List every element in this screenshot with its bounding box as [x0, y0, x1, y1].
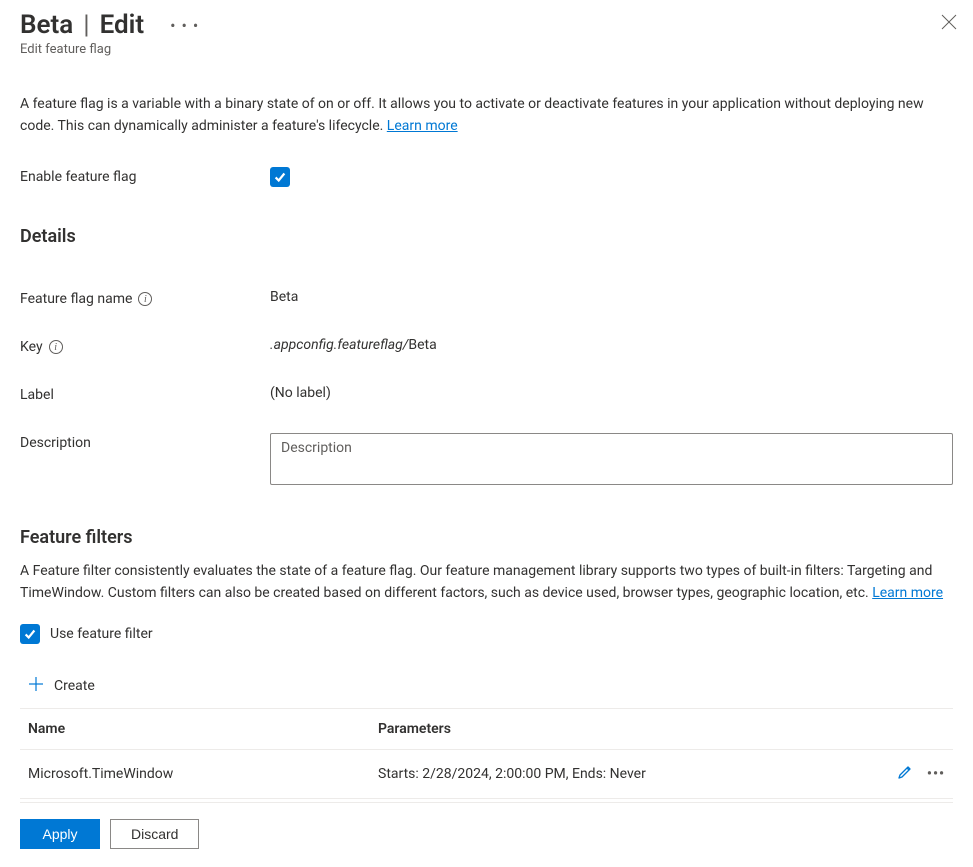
apply-button[interactable]: Apply — [20, 819, 100, 849]
page-title: Beta | Edit — [20, 10, 144, 40]
check-icon — [23, 627, 37, 641]
label-label: Label — [20, 385, 270, 403]
check-icon — [273, 170, 287, 184]
plus-icon — [28, 676, 44, 696]
page-subtitle: Edit feature flag — [20, 42, 953, 57]
title-separator: | — [81, 10, 91, 40]
discard-button[interactable]: Discard — [110, 819, 199, 849]
feature-flag-name-value: Beta — [270, 289, 953, 305]
footer: Apply Discard — [20, 802, 953, 867]
filter-name: Microsoft.TimeWindow — [20, 750, 370, 799]
create-filter-button[interactable]: Create — [20, 676, 953, 708]
filters-intro-body: A Feature filter consistently evaluates … — [20, 563, 932, 601]
use-feature-filter-label: Use feature filter — [50, 626, 153, 642]
intro-body: A feature flag is a variable with a bina… — [20, 96, 924, 134]
key-name: Beta — [408, 337, 436, 353]
close-icon — [941, 14, 957, 30]
intro-text: A feature flag is a variable with a bina… — [20, 93, 953, 137]
filters-table: Name Parameters Microsoft.TimeWindow Sta… — [20, 708, 953, 799]
info-icon[interactable]: i — [138, 292, 152, 306]
close-button[interactable] — [941, 14, 957, 30]
feature-filters-intro: A Feature filter consistently evaluates … — [20, 560, 953, 604]
table-row[interactable]: Microsoft.TimeWindow Starts: 2/28/2024, … — [20, 750, 953, 799]
intro-learn-more-link[interactable]: Learn more — [387, 118, 458, 134]
create-label: Create — [54, 678, 95, 694]
enable-feature-flag-checkbox[interactable] — [270, 167, 290, 187]
key-prefix: .appconfig.featureflag/ — [270, 337, 408, 353]
filters-learn-more-link[interactable]: Learn more — [872, 585, 943, 601]
description-label: Description — [20, 433, 270, 451]
details-heading: Details — [20, 226, 953, 247]
filter-more-icon[interactable]: ••• — [927, 766, 945, 782]
more-actions-icon[interactable]: • • • — [166, 16, 203, 35]
enable-label: Enable feature flag — [20, 167, 270, 185]
col-name-header: Name — [20, 709, 370, 750]
filter-params: Starts: 2/28/2024, 2:00:00 PM, Ends: Nev… — [370, 750, 853, 799]
info-icon[interactable]: i — [49, 340, 63, 354]
edit-filter-button[interactable] — [897, 764, 913, 784]
label-value: (No label) — [270, 385, 953, 401]
col-params-header: Parameters — [370, 709, 853, 750]
use-feature-filter-checkbox[interactable] — [20, 624, 40, 644]
pencil-icon — [897, 764, 913, 780]
key-value: .appconfig.featureflag/Beta — [270, 337, 953, 353]
title-right: Edit — [100, 10, 145, 40]
key-label: Key — [20, 339, 43, 355]
feature-filters-heading: Feature filters — [20, 527, 953, 548]
feature-flag-name-label: Feature flag name — [20, 291, 132, 307]
description-input[interactable] — [270, 433, 953, 485]
title-left: Beta — [20, 10, 73, 40]
